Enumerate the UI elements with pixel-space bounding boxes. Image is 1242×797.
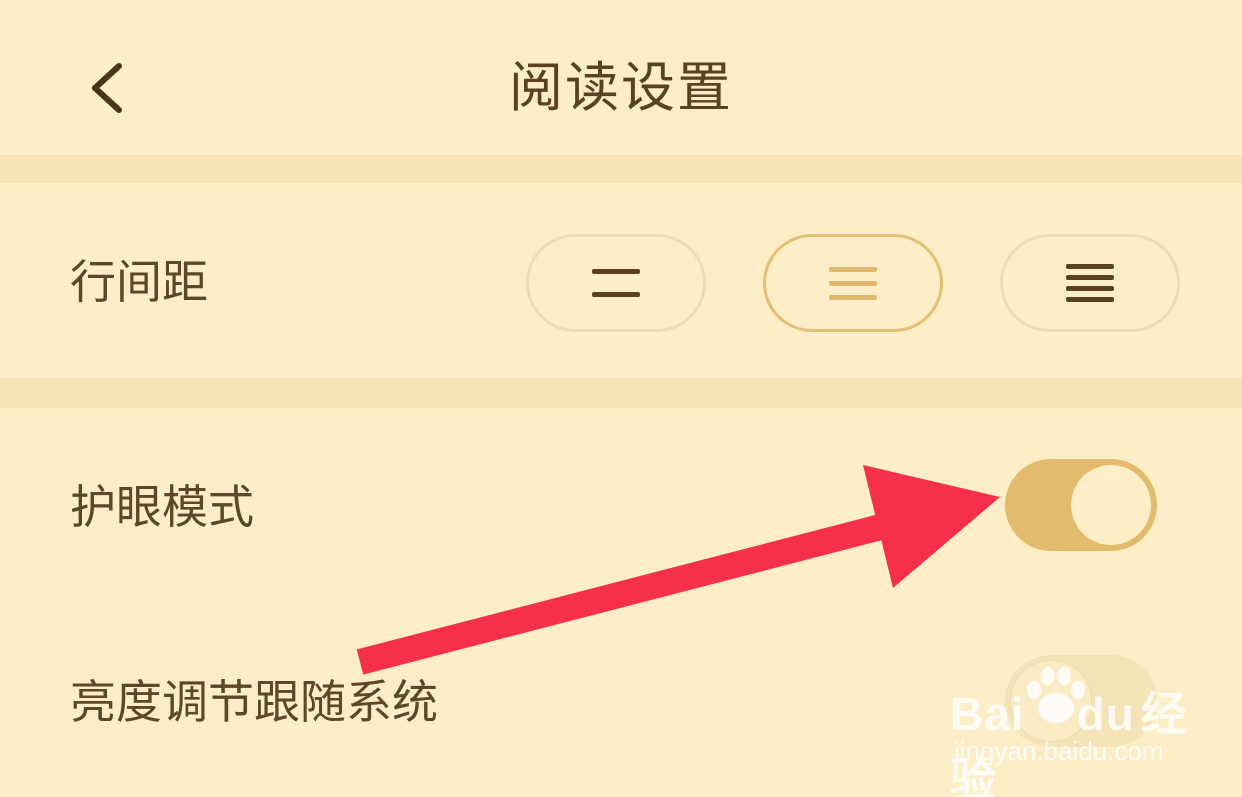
line-spacing-wide-icon — [592, 269, 640, 297]
eye-protection-label: 护眼模式 — [70, 480, 254, 534]
page-title: 阅读设置 — [509, 56, 733, 119]
baidu-watermark: Bai du 经验 jingyan.baidu.com — [950, 660, 1210, 797]
toggle-knob — [1071, 465, 1151, 545]
reading-settings-screen: 阅读设置 行间距 护眼模式 亮度调节跟随系统 Bai du 经验 jingyan… — [0, 0, 1242, 797]
line-spacing-medium-icon — [829, 266, 877, 300]
section-divider — [0, 378, 1242, 408]
eye-protection-toggle[interactable] — [1005, 459, 1157, 551]
line-spacing-label: 行间距 — [70, 255, 208, 309]
watermark-url: jingyan.baidu.com — [954, 736, 1164, 766]
line-spacing-medium-button[interactable] — [763, 234, 943, 332]
line-spacing-wide-button[interactable] — [526, 234, 706, 332]
line-spacing-narrow-icon — [1066, 264, 1114, 302]
section-divider — [0, 155, 1242, 183]
header: 阅读设置 — [0, 0, 1242, 155]
brightness-follow-system-label: 亮度调节跟随系统 — [70, 675, 438, 729]
line-spacing-narrow-button[interactable] — [1000, 234, 1180, 332]
